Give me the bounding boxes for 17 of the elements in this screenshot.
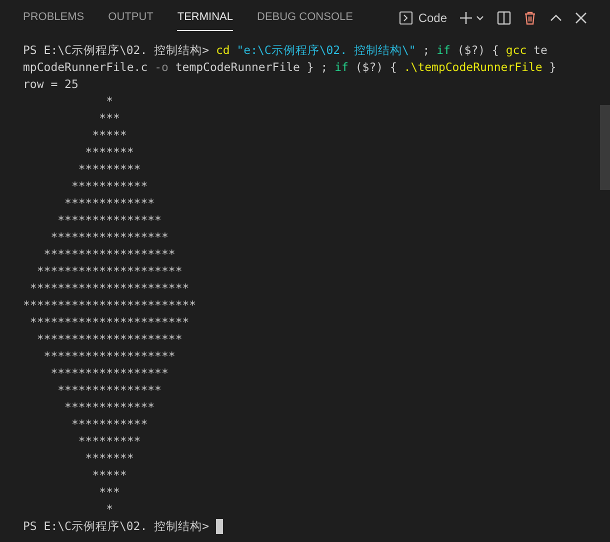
close-icon[interactable]: [575, 12, 587, 24]
panel-tab[interactable]: OUTPUT: [108, 5, 154, 31]
panel-tab[interactable]: TERMINAL: [177, 5, 233, 31]
panel-tab[interactable]: PROBLEMS: [23, 5, 84, 31]
trash-icon[interactable]: [523, 11, 537, 25]
scrollbar-thumb[interactable]: [600, 105, 610, 190]
terminal-line: mpCodeRunnerFile.c -o tempCodeRunnerFile } ; if ($?) { .\tempCodeRunnerFile }: [23, 59, 556, 76]
plus-icon[interactable]: [459, 11, 473, 25]
chevron-down-icon[interactable]: [475, 13, 485, 23]
panel-tab[interactable]: DEBUG CONSOLE: [257, 5, 353, 31]
split-icon[interactable]: [497, 11, 511, 25]
terminal-line: row = 25: [23, 76, 78, 93]
terminal-line: PS E:\C示例程序\02. 控制结构> cd "e:\C示例程序\02. 控制结构\" ; if ($?) { gcc te: [23, 42, 548, 59]
terminal-icon[interactable]: [399, 11, 414, 25]
terminal-line: * *** ***** ******* ********* *********** ************* *************** ***************** ******************* ********************* *********************** ************************* *********************** ********************* ******************* ***************** *************** ************* *********** ********* ******* ***** *** *: [23, 93, 196, 518]
terminal-name[interactable]: Code: [418, 9, 447, 27]
terminal-line: PS E:\C示例程序\02. 控制结构>: [23, 518, 210, 535]
